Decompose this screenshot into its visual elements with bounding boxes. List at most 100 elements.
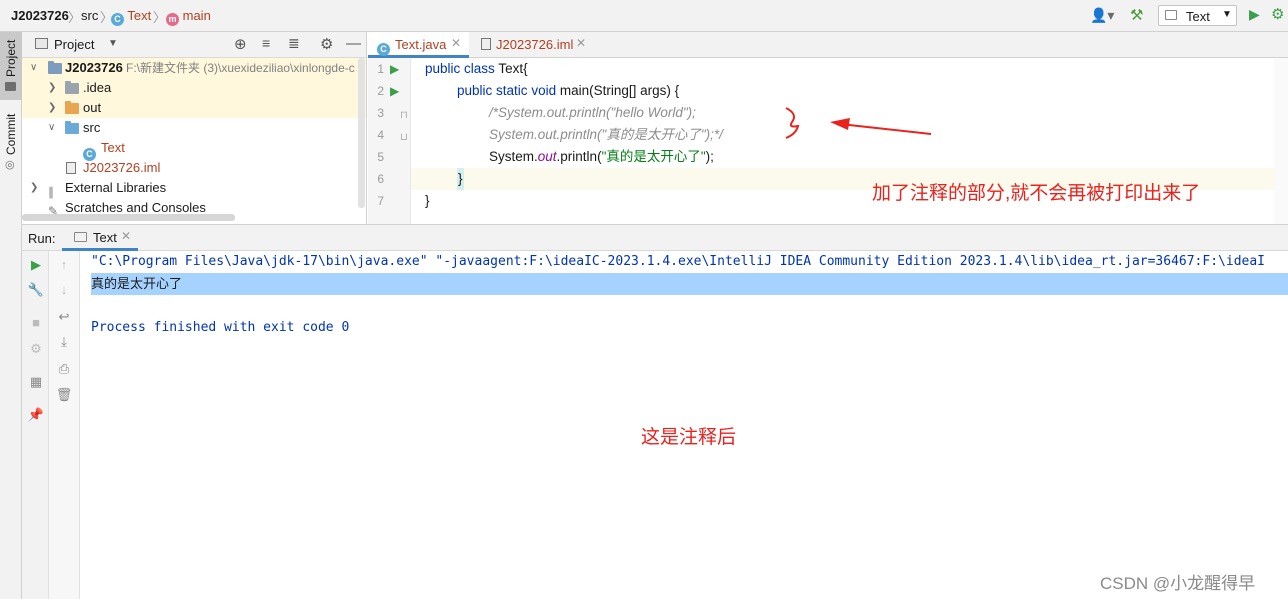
left-tool-strip: Project Commit ◎ bbox=[0, 32, 22, 599]
tree-item-iml[interactable]: J2023726.iml bbox=[22, 158, 366, 178]
code-line-6: } bbox=[457, 168, 464, 190]
print-icon[interactable]: ⎙ bbox=[54, 361, 74, 377]
code-editor[interactable]: 1 2 3 4 5 6 7 ▶ ▶ ⊓ ⊔ public class Text{… bbox=[368, 58, 1288, 224]
run-toolbar-secondary: ↑ ↓ ↩ ⤓ ⎙ 🗑 bbox=[49, 251, 80, 599]
method-icon: m bbox=[166, 13, 179, 26]
code-line-2: public static void main(String[] args) { bbox=[457, 83, 680, 98]
tree-item-label: src bbox=[83, 120, 101, 135]
chevron-right-icon[interactable]: ❯ bbox=[48, 98, 56, 118]
fold-icon[interactable]: ⊓ bbox=[400, 110, 408, 121]
close-icon[interactable]: ✕ bbox=[121, 229, 131, 243]
tree-item-external-libraries[interactable]: ❯ ∥ External Libraries bbox=[22, 178, 366, 199]
hide-icon[interactable]: — bbox=[346, 35, 361, 52]
restore-layout-icon[interactable]: ⚙ bbox=[26, 341, 46, 357]
commit-icon: ◎ bbox=[5, 159, 15, 171]
chevron-right-icon[interactable]: ❯ bbox=[30, 178, 38, 198]
source-folder-icon bbox=[65, 121, 79, 134]
tab-iml[interactable]: J2023726.iml ✕ bbox=[469, 32, 590, 58]
editor-tab-bar: C Text.java ✕ J2023726.iml ✕ bbox=[368, 32, 1288, 58]
breadcrumb-project[interactable]: J2023726 bbox=[11, 8, 69, 23]
code-line-5: System.out.println("真的是太开心了"); bbox=[489, 149, 714, 164]
code-line-7: } bbox=[425, 193, 430, 208]
chevron-down-icon: ▼ bbox=[1222, 9, 1232, 20]
run-tab-label: Text bbox=[93, 230, 117, 245]
tab-commit[interactable]: Commit bbox=[0, 112, 22, 156]
editor-annotation-text: 加了注释的部分,就不会再被打印出来了 bbox=[872, 183, 1201, 204]
pin-icon[interactable]: 📌 bbox=[26, 407, 46, 423]
tree-item-project-root[interactable]: ∨ J2023726 F:\新建文件夹 (3)\xuexideziliao\xi… bbox=[22, 58, 366, 78]
breadcrumb-separator: 〉 bbox=[153, 10, 167, 25]
scroll-to-end-icon[interactable]: ⤓ bbox=[54, 334, 74, 350]
layout-icon[interactable]: ▦ bbox=[26, 374, 46, 390]
iml-file-icon bbox=[66, 162, 76, 174]
run-console[interactable]: "C:\Program Files\Java\jdk-17\bin\java.e… bbox=[80, 251, 1288, 599]
project-panel: Project ▼ ⊕ ≡ ≣ ⚙ — ∨ J2023726 F:\新建文件夹 … bbox=[22, 32, 367, 224]
close-icon[interactable]: ✕ bbox=[451, 36, 461, 50]
folder-icon bbox=[65, 81, 79, 94]
fold-icon[interactable]: ⊔ bbox=[400, 132, 408, 143]
line-number: 2 bbox=[377, 84, 384, 98]
chevron-down-icon[interactable]: ▼ bbox=[108, 38, 118, 49]
editor-gutter: 1 2 3 4 5 6 7 ▶ ▶ ⊓ ⊔ bbox=[368, 58, 410, 224]
rerun-icon[interactable]: ▶ bbox=[26, 257, 46, 273]
class-icon: C bbox=[377, 38, 390, 56]
close-icon[interactable]: ✕ bbox=[576, 36, 586, 50]
tree-item-out[interactable]: ❯ out bbox=[22, 98, 366, 118]
chevron-down-icon[interactable]: ∨ bbox=[30, 58, 37, 78]
tree-item-label: J2023726 bbox=[65, 60, 123, 75]
run-gutter-icon[interactable]: ▶ bbox=[390, 62, 399, 76]
stop-icon[interactable]: ■ bbox=[26, 315, 46, 330]
tab-label: J2023726.iml bbox=[496, 37, 574, 52]
tree-item-src[interactable]: ∨ src bbox=[22, 118, 366, 138]
tab-project[interactable]: Project bbox=[0, 38, 22, 78]
vertical-scrollbar[interactable] bbox=[358, 58, 365, 208]
selection-highlight bbox=[91, 273, 1288, 295]
code-line-4: System.out.println("真的是太开心了");*/ bbox=[489, 127, 723, 142]
user-icon[interactable]: 👤▾ bbox=[1090, 7, 1114, 24]
project-panel-title[interactable]: Project bbox=[54, 37, 94, 52]
tree-item-text-class[interactable]: C Text bbox=[22, 138, 366, 161]
horizontal-scrollbar[interactable] bbox=[22, 214, 235, 221]
run-config-select[interactable]: Text ▼ bbox=[1158, 5, 1237, 26]
watermark: CSDN @小龙醒得早 bbox=[1100, 574, 1256, 593]
locate-icon[interactable]: ⊕ bbox=[234, 35, 247, 53]
project-view-icon bbox=[35, 38, 48, 49]
tab-text-java[interactable]: C Text.java ✕ bbox=[368, 32, 469, 58]
tree-item-idea[interactable]: ❯ .idea bbox=[22, 78, 366, 98]
arrow-up-icon[interactable]: ↑ bbox=[54, 257, 74, 272]
folder-icon bbox=[65, 101, 79, 114]
breadcrumb-class-label: Text bbox=[127, 8, 152, 23]
chevron-down-icon[interactable]: ∨ bbox=[48, 118, 55, 138]
chevron-right-icon[interactable]: ❯ bbox=[48, 78, 56, 98]
console-output-line: 真的是太开心了 bbox=[91, 276, 183, 291]
tree-item-label: out bbox=[83, 100, 102, 115]
expand-all-icon[interactable]: ≡ bbox=[262, 35, 270, 51]
console-command-line: "C:\Program Files\Java\jdk-17\bin\java.e… bbox=[91, 254, 1265, 269]
tree-item-label: .idea bbox=[83, 80, 112, 95]
soft-wrap-icon[interactable]: ↩ bbox=[54, 309, 74, 325]
project-panel-header: Project ▼ ⊕ ≡ ≣ ⚙ — bbox=[22, 32, 366, 58]
run-toolbar-primary: ▶ 🔧 ■ ⚙ ▦ 📌 bbox=[22, 251, 49, 599]
code-line-3: /*System.out.println("hello World"); bbox=[489, 105, 696, 120]
tab-run-text[interactable]: Text ✕ bbox=[62, 225, 138, 251]
build-hammer-icon[interactable]: ⚒ bbox=[1130, 6, 1143, 24]
config-icon bbox=[1165, 10, 1177, 20]
editor-scroll-gutter[interactable] bbox=[1274, 58, 1288, 224]
breadcrumb-src[interactable]: src bbox=[81, 8, 98, 23]
arrow-down-icon[interactable]: ↓ bbox=[54, 282, 74, 297]
collapse-all-icon[interactable]: ≣ bbox=[288, 35, 300, 52]
breadcrumb-method[interactable]: m main bbox=[166, 8, 211, 26]
wrench-icon[interactable]: 🔧 bbox=[26, 282, 46, 298]
line-number: 5 bbox=[377, 150, 384, 164]
trash-icon[interactable]: 🗑 bbox=[54, 387, 74, 403]
debug-icon[interactable]: ⚙ bbox=[1271, 5, 1284, 23]
run-icon[interactable]: ▶ bbox=[1249, 6, 1260, 23]
run-gutter-icon[interactable]: ▶ bbox=[390, 84, 399, 98]
run-config-label: Text bbox=[1186, 9, 1210, 24]
tree-item-label: External Libraries bbox=[65, 180, 167, 195]
breadcrumb-separator: 〉 bbox=[68, 10, 82, 25]
gear-icon[interactable]: ⚙ bbox=[320, 35, 333, 53]
breadcrumb-class[interactable]: C Text bbox=[111, 8, 151, 26]
line-number: 1 bbox=[377, 62, 384, 76]
tree-item-label: Text bbox=[101, 140, 125, 155]
